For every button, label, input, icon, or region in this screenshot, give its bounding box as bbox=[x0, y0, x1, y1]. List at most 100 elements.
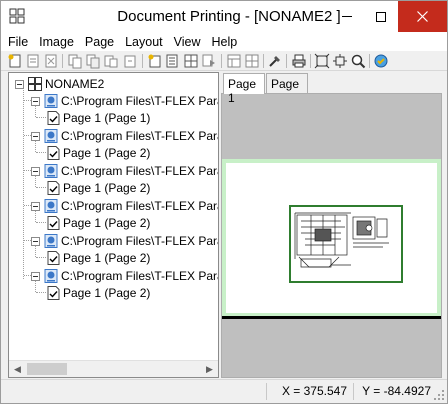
tab-page-1[interactable]: Page 1 bbox=[223, 73, 265, 105]
page-checked-icon bbox=[47, 286, 60, 300]
page-checked-icon bbox=[47, 251, 60, 265]
tflex-document-icon bbox=[44, 129, 58, 143]
document-tree[interactable]: NONAME2 C:\Program Files\T-FLEX Parar Pa… bbox=[8, 72, 219, 378]
collapse-icon[interactable] bbox=[31, 201, 40, 211]
tree-connector bbox=[24, 170, 31, 171]
menu-file[interactable]: File bbox=[8, 35, 28, 49]
drawing-frame[interactable] bbox=[289, 205, 403, 283]
grid-icon[interactable] bbox=[183, 53, 199, 69]
scroll-thumb[interactable] bbox=[27, 363, 67, 375]
tree-document[interactable]: C:\Program Files\T-FLEX Parar bbox=[31, 93, 219, 109]
scroll-right-icon[interactable]: ▶ bbox=[201, 361, 218, 377]
paper-sheet bbox=[222, 159, 441, 317]
tree-root[interactable]: NONAME2 bbox=[15, 76, 104, 92]
page-checked-icon bbox=[47, 111, 60, 125]
tree-page[interactable]: Page 1 (Page 2) bbox=[47, 145, 150, 161]
collapse-icon[interactable] bbox=[31, 96, 40, 106]
scroll-left-icon[interactable]: ◀ bbox=[9, 361, 26, 377]
minimize-button[interactable] bbox=[331, 1, 363, 32]
resize-grip-icon[interactable] bbox=[433, 389, 445, 401]
tree-connector bbox=[36, 292, 46, 293]
collapse-icon[interactable] bbox=[31, 166, 40, 176]
menu-image[interactable]: Image bbox=[39, 35, 74, 49]
tree-document[interactable]: C:\Program Files\T-FLEX Parar bbox=[31, 233, 218, 249]
zoom-icon[interactable] bbox=[350, 53, 366, 69]
tree-horizontal-scrollbar[interactable]: ◀ ▶ bbox=[9, 360, 218, 377]
fit-width-icon[interactable] bbox=[332, 53, 348, 69]
preview-icon[interactable] bbox=[373, 53, 389, 69]
toolbar-separator bbox=[310, 54, 311, 68]
menu-page[interactable]: Page bbox=[85, 35, 114, 49]
toolbar-separator bbox=[369, 54, 370, 68]
page-preview[interactable] bbox=[221, 93, 442, 378]
technical-drawing-image bbox=[294, 212, 389, 268]
tree-connector bbox=[24, 275, 31, 276]
document-path: C:\Program Files\T-FLEX Parar bbox=[61, 199, 219, 213]
tree-page[interactable]: Page 1 (Page 2) bbox=[47, 250, 150, 266]
title-bar[interactable]: Document Printing - [NONAME2 ] bbox=[1, 1, 447, 32]
layout-grid-icon[interactable] bbox=[244, 53, 260, 69]
minimize-icon bbox=[342, 16, 352, 17]
tree-document[interactable]: C:\Program Files\T-FLEX Parar bbox=[31, 128, 219, 144]
tree-document[interactable]: C:\Program Files\T-FLEX Parar bbox=[31, 268, 219, 284]
tools-icon[interactable] bbox=[267, 53, 283, 69]
move-page-icon[interactable] bbox=[85, 53, 101, 69]
menu-layout[interactable]: Layout bbox=[125, 35, 163, 49]
close-icon bbox=[417, 11, 428, 22]
tflex-document-icon bbox=[44, 234, 58, 248]
insert-page-icon[interactable] bbox=[25, 53, 41, 69]
tree-page[interactable]: Page 1 (Page 1) bbox=[47, 110, 150, 126]
menu-view[interactable]: View bbox=[174, 35, 201, 49]
tree-document[interactable]: C:\Program Files\T-FLEX Parar bbox=[31, 198, 219, 214]
tree-connector bbox=[36, 222, 46, 223]
page-setup-icon[interactable] bbox=[103, 53, 119, 69]
status-y-coordinate: Y = -84.4927 bbox=[362, 384, 431, 398]
page-remove-icon[interactable] bbox=[147, 53, 163, 69]
page-props-icon[interactable] bbox=[165, 53, 181, 69]
tree-connector bbox=[24, 240, 31, 241]
page-label: Page 1 (Page 2) bbox=[63, 146, 151, 160]
collapse-icon[interactable] bbox=[15, 79, 24, 89]
status-bar: X = 375.547 Y = -84.4927 bbox=[1, 379, 447, 403]
collapse-icon[interactable] bbox=[31, 131, 40, 141]
maximize-button[interactable] bbox=[365, 1, 397, 32]
delete-page-icon[interactable] bbox=[43, 53, 59, 69]
collapse-icon[interactable] bbox=[31, 271, 40, 281]
page-label: Page 1 (Page 2) bbox=[63, 286, 151, 300]
page-label: Page 1 (Page 1) bbox=[63, 111, 151, 125]
tflex-document-icon bbox=[44, 269, 58, 283]
tree-connector bbox=[24, 100, 31, 101]
page-label: Page 1 (Page 2) bbox=[63, 181, 151, 195]
tree-connector bbox=[23, 87, 24, 279]
close-button[interactable] bbox=[398, 1, 447, 32]
print-icon[interactable] bbox=[291, 53, 307, 69]
tab-page-2[interactable]: Page 2 bbox=[266, 73, 308, 105]
tree-page[interactable]: Page 1 (Page 2) bbox=[47, 285, 150, 301]
copy-page-icon[interactable] bbox=[67, 53, 83, 69]
arrange-icon[interactable] bbox=[201, 53, 217, 69]
collapse-icon[interactable] bbox=[31, 236, 40, 246]
tree-page[interactable]: Page 1 (Page 2) bbox=[47, 215, 150, 231]
app-window: Document Printing - [NONAME2 ] File Imag… bbox=[0, 0, 448, 404]
document-path: C:\Program Files\T-FLEX Parar bbox=[61, 129, 219, 143]
paper-sheet-surface bbox=[226, 163, 437, 313]
page-label: Page 1 (Page 2) bbox=[63, 216, 151, 230]
tflex-document-icon bbox=[44, 94, 58, 108]
menu-help[interactable]: Help bbox=[212, 35, 238, 49]
status-x-coordinate: X = 375.547 bbox=[281, 384, 347, 398]
page-checked-icon bbox=[47, 146, 60, 160]
new-page-icon[interactable] bbox=[7, 53, 23, 69]
tflex-document-icon bbox=[44, 199, 58, 213]
layout-icon[interactable] bbox=[226, 53, 242, 69]
fit-page-icon[interactable] bbox=[314, 53, 330, 69]
tree-page[interactable]: Page 1 (Page 2) bbox=[47, 180, 150, 196]
tree-connector bbox=[24, 135, 31, 136]
tree-document[interactable]: C:\Program Files\T-FLEX Parar bbox=[31, 163, 218, 179]
page-add-icon[interactable] bbox=[122, 53, 138, 69]
tflex-document-icon bbox=[44, 164, 58, 178]
toolbar-separator bbox=[221, 54, 222, 68]
tree-connector bbox=[36, 187, 46, 188]
document-path: C:\Program Files\T-FLEX Parar bbox=[61, 94, 219, 108]
page-checked-icon bbox=[47, 181, 60, 195]
document-path: C:\Program Files\T-FLEX Parar bbox=[61, 269, 219, 283]
